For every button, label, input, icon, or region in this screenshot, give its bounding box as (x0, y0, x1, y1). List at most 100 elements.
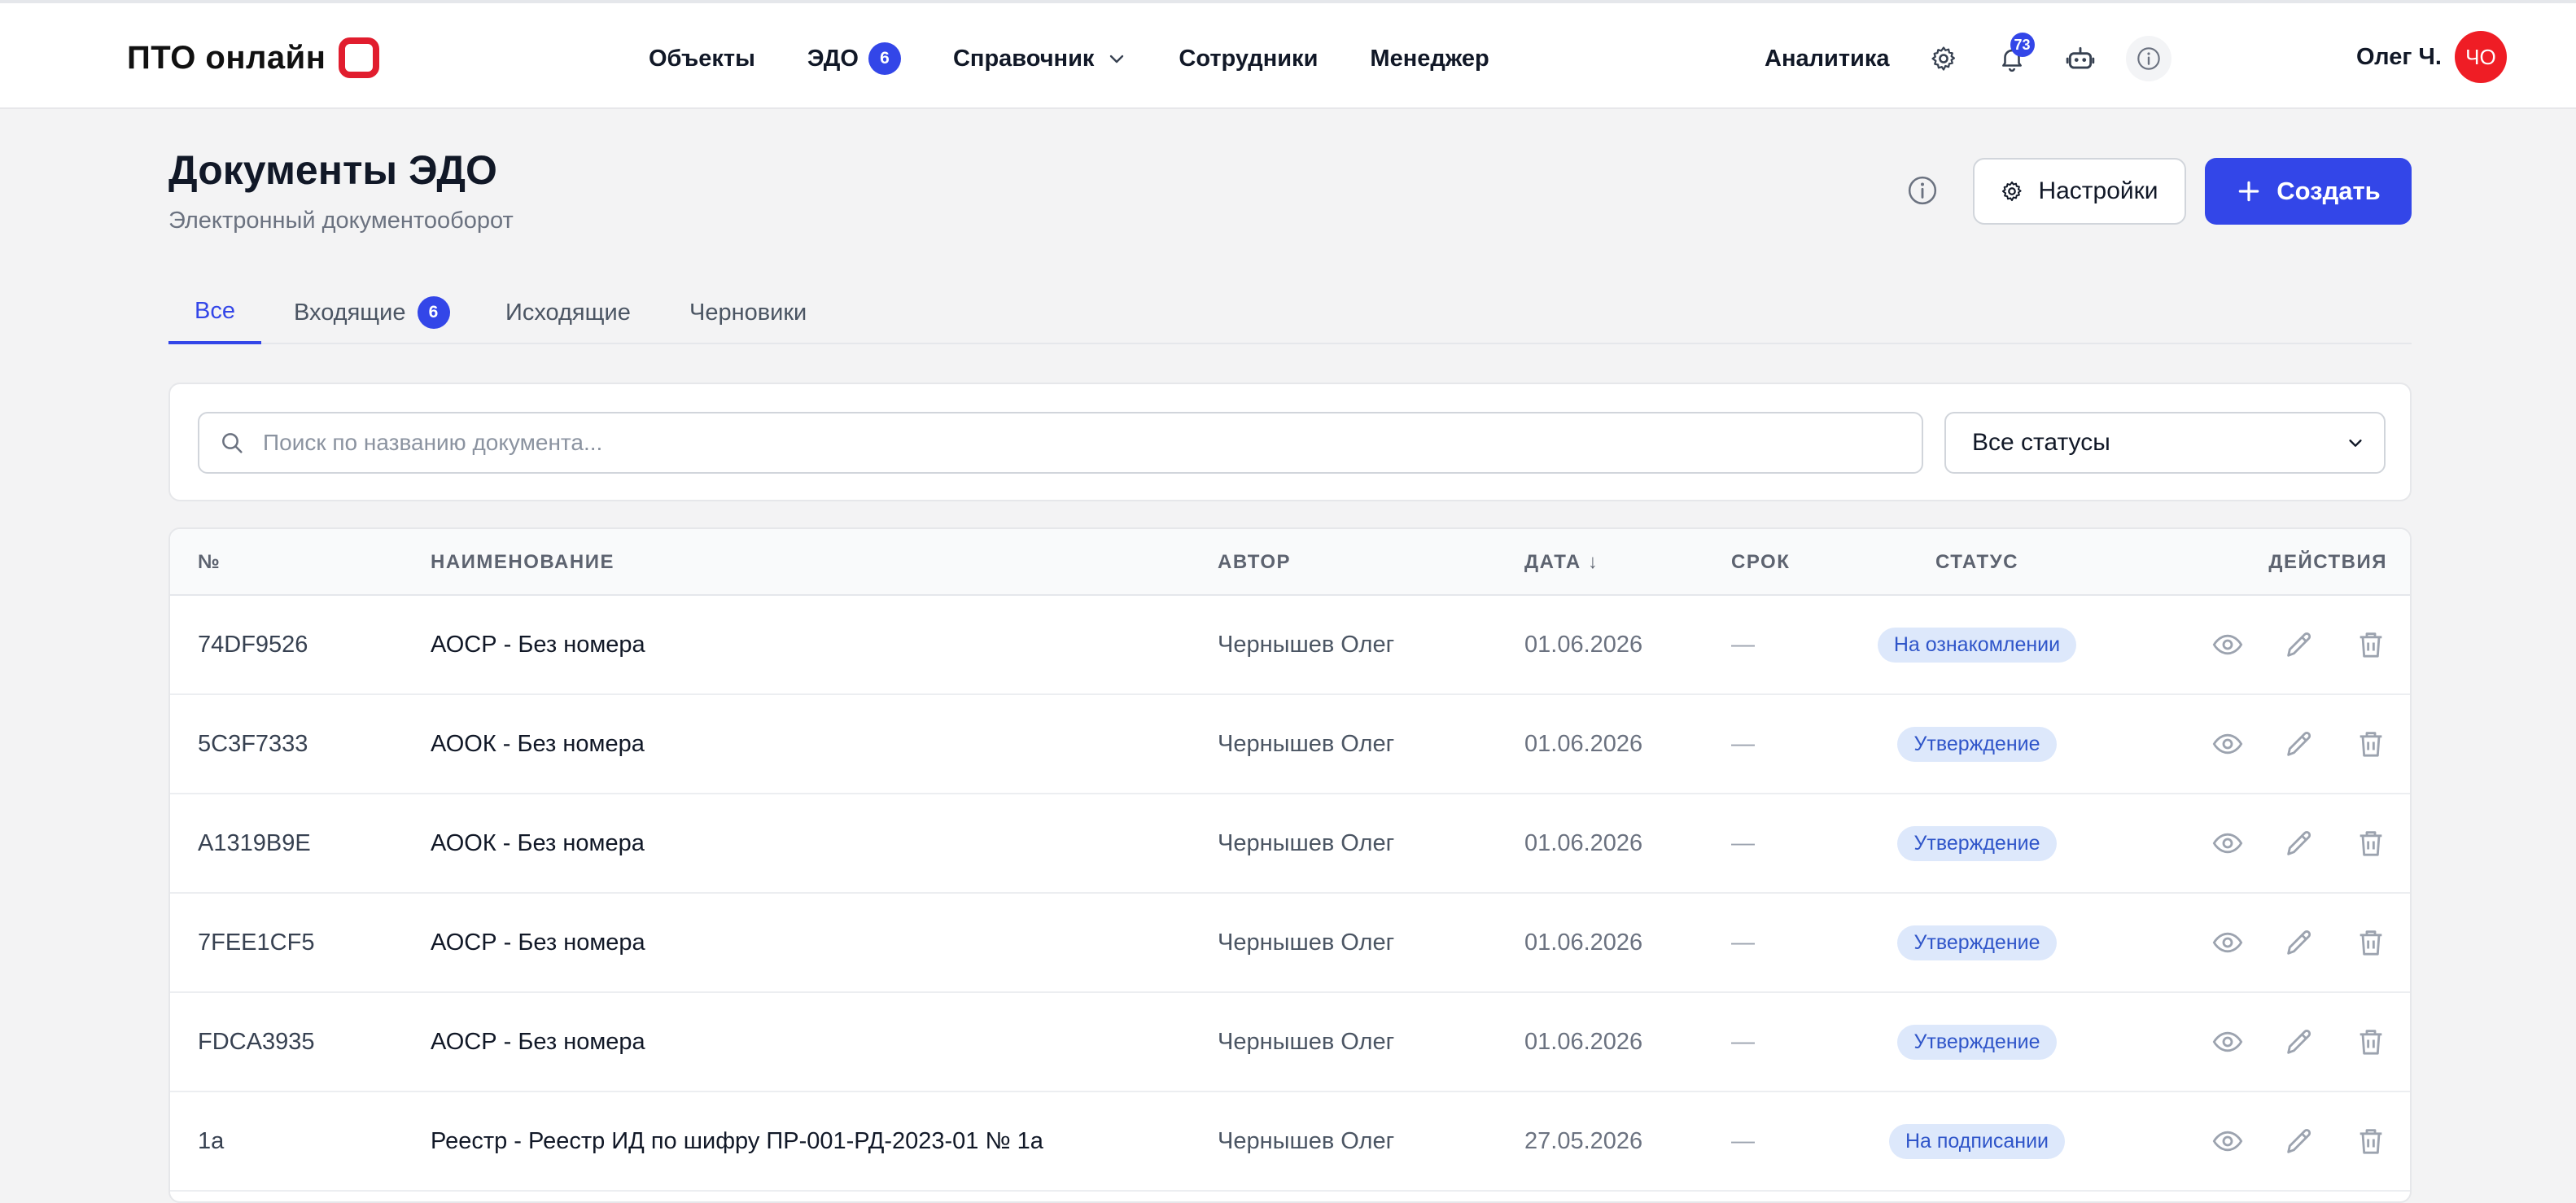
user-menu[interactable]: Олег Ч. ЧО (2356, 31, 2507, 83)
cell-name[interactable]: АОСР - Без номера (431, 993, 645, 1091)
cell-status: Утверждение (1830, 894, 2123, 991)
notifications-button[interactable]: 73 (1989, 33, 2035, 81)
nav-employees[interactable]: Сотрудники (1179, 46, 1318, 72)
tab-outgoing[interactable]: Исходящие (505, 281, 631, 344)
robot-icon (2066, 46, 2094, 69)
eye-icon[interactable] (2211, 728, 2244, 760)
column-header-number: № (198, 551, 221, 573)
assistant-button[interactable] (2058, 36, 2103, 81)
eye-icon[interactable] (2211, 1125, 2244, 1157)
tab-incoming[interactable]: Входящие 6 (294, 281, 450, 344)
pencil-icon[interactable] (2283, 628, 2316, 661)
search-input[interactable] (263, 430, 1809, 456)
trash-icon[interactable] (2355, 926, 2387, 959)
settings-button[interactable] (1921, 36, 1966, 81)
tab-drafts-label: Черновики (689, 299, 807, 326)
info-icon (2136, 47, 2160, 70)
status-badge: Утверждение (1897, 825, 2057, 861)
cell-date: 01.06.2026 (1524, 1028, 1643, 1055)
cell-name[interactable]: АООК - Без номера (431, 695, 645, 793)
eye-icon[interactable] (2211, 1026, 2244, 1058)
cell-name[interactable]: АОСР - Без номера (431, 596, 645, 693)
cell-author: Чернышев Олег (1218, 631, 1395, 658)
cell-name[interactable]: Реестр - Реестр ИД по шифру ПР-001-РД-20… (431, 1092, 1043, 1190)
pencil-icon[interactable] (2283, 1026, 2316, 1058)
pencil-icon[interactable] (2283, 827, 2316, 860)
pencil-icon[interactable] (2283, 1125, 2316, 1157)
nav-reference[interactable]: Справочник (953, 46, 1126, 72)
column-header-date[interactable]: ДАТА ↓ (1524, 529, 1599, 596)
cell-number: 7FEE1CF5 (198, 929, 315, 956)
status-badge: Утверждение (1897, 1024, 2057, 1060)
cell-date: 27.05.2026 (1524, 1127, 1643, 1154)
chevron-down-icon (2349, 440, 2362, 447)
tab-drafts[interactable]: Черновики (689, 281, 807, 344)
trash-icon[interactable] (2355, 728, 2387, 760)
trash-icon[interactable] (2355, 1026, 2387, 1058)
row-actions (2211, 596, 2387, 693)
settings-button[interactable]: Настройки (1973, 158, 2186, 225)
trash-icon[interactable] (2355, 827, 2387, 860)
filter-panel: Все статусы (168, 383, 2412, 501)
table-row[interactable]: 7FEE1CF5 АОСР - Без номера Чернышев Олег… (170, 894, 2410, 993)
nav-edo-label: ЭДО (807, 45, 859, 72)
cell-author: Чернышев Олег (1218, 829, 1395, 856)
gear-icon (1931, 46, 1955, 71)
cell-author: Чернышев Олег (1218, 1028, 1395, 1055)
table-row[interactable]: A1319B9E АООК - Без номера Чернышев Олег… (170, 794, 2410, 894)
settings-button-label: Настройки (2038, 177, 2158, 204)
page-subtitle: Электронный документооборот (168, 208, 514, 234)
trash-icon[interactable] (2355, 1125, 2387, 1157)
status-filter-select[interactable]: Все статусы (1944, 412, 2386, 474)
column-header-actions: ДЕЙСТВИЯ (2268, 551, 2387, 573)
table-row[interactable]: 5C3F7333 АООК - Без номера Чернышев Олег… (170, 695, 2410, 794)
eye-icon[interactable] (2211, 926, 2244, 959)
cell-number: 5C3F7333 (198, 730, 308, 757)
cell-name[interactable]: АОСР - Без номера (431, 894, 645, 991)
eye-icon[interactable] (2211, 628, 2244, 661)
cell-status: Утверждение (1830, 993, 2123, 1091)
page-title: Документы ЭДО (168, 147, 497, 193)
table-row[interactable]: 1а Реестр - Реестр ИД по шифру ПР-001-РД… (170, 1092, 2410, 1192)
cell-number: 74DF9526 (198, 631, 308, 658)
tab-all[interactable]: Все (168, 281, 261, 344)
cell-author: Чернышев Олег (1218, 730, 1395, 757)
nav-edo[interactable]: ЭДО 6 (807, 42, 901, 75)
cell-number: FDCA3935 (198, 1028, 315, 1055)
top-navigation-bar: ПТО онлайн Объекты ЭДО 6 Справочник Сотр… (0, 0, 2576, 109)
cell-status: Утверждение (1830, 695, 2123, 793)
status-badge: На ознакомлении (1877, 627, 2077, 663)
app-logo[interactable]: ПТО онлайн (127, 34, 380, 81)
document-tabs: Все Входящие 6 Исходящие Черновики (168, 281, 2412, 344)
cell-date: 01.06.2026 (1524, 631, 1643, 658)
tab-incoming-badge: 6 (417, 296, 450, 329)
nav-reference-label: Справочник (952, 45, 1095, 72)
table-row[interactable]: FDCA3935 АОСР - Без номера Чернышев Олег… (170, 993, 2410, 1092)
nav-analytics[interactable]: Аналитика (1765, 46, 1890, 72)
page-info-button[interactable] (1906, 174, 1939, 211)
main-nav: Объекты ЭДО 6 Справочник Сотрудники Мене… (649, 36, 1489, 81)
cell-date: 01.06.2026 (1524, 929, 1643, 956)
pencil-icon[interactable] (2283, 926, 2316, 959)
row-actions (2211, 695, 2387, 793)
info-button[interactable] (2125, 36, 2171, 81)
nav-objects[interactable]: Объекты (649, 46, 755, 72)
trash-icon[interactable] (2355, 628, 2387, 661)
status-badge: На подписании (1888, 1123, 2066, 1159)
cell-due: — (1731, 929, 1755, 956)
tab-incoming-label: Входящие (294, 299, 406, 326)
cell-author: Чернышев Олег (1218, 1127, 1395, 1154)
row-actions (2211, 1092, 2387, 1190)
create-button[interactable]: Создать (2205, 158, 2412, 225)
pencil-icon[interactable] (2283, 728, 2316, 760)
search-box (198, 412, 1923, 474)
cell-name[interactable]: АООК - Без номера (431, 794, 645, 892)
eye-icon[interactable] (2211, 827, 2244, 860)
table-row[interactable]: 74DF9526 АОСР - Без номера Чернышев Олег… (170, 596, 2410, 695)
column-header-status: СТАТУС (1935, 551, 2018, 573)
info-icon (1908, 176, 1937, 205)
nav-manager[interactable]: Менеджер (1370, 46, 1489, 72)
logo-mark-icon (339, 37, 380, 78)
avatar: ЧО (2454, 31, 2507, 83)
documents-table: № НАИМЕНОВАНИЕ АВТОР ДАТА ↓ СРОК СТАТУС … (168, 527, 2412, 1203)
